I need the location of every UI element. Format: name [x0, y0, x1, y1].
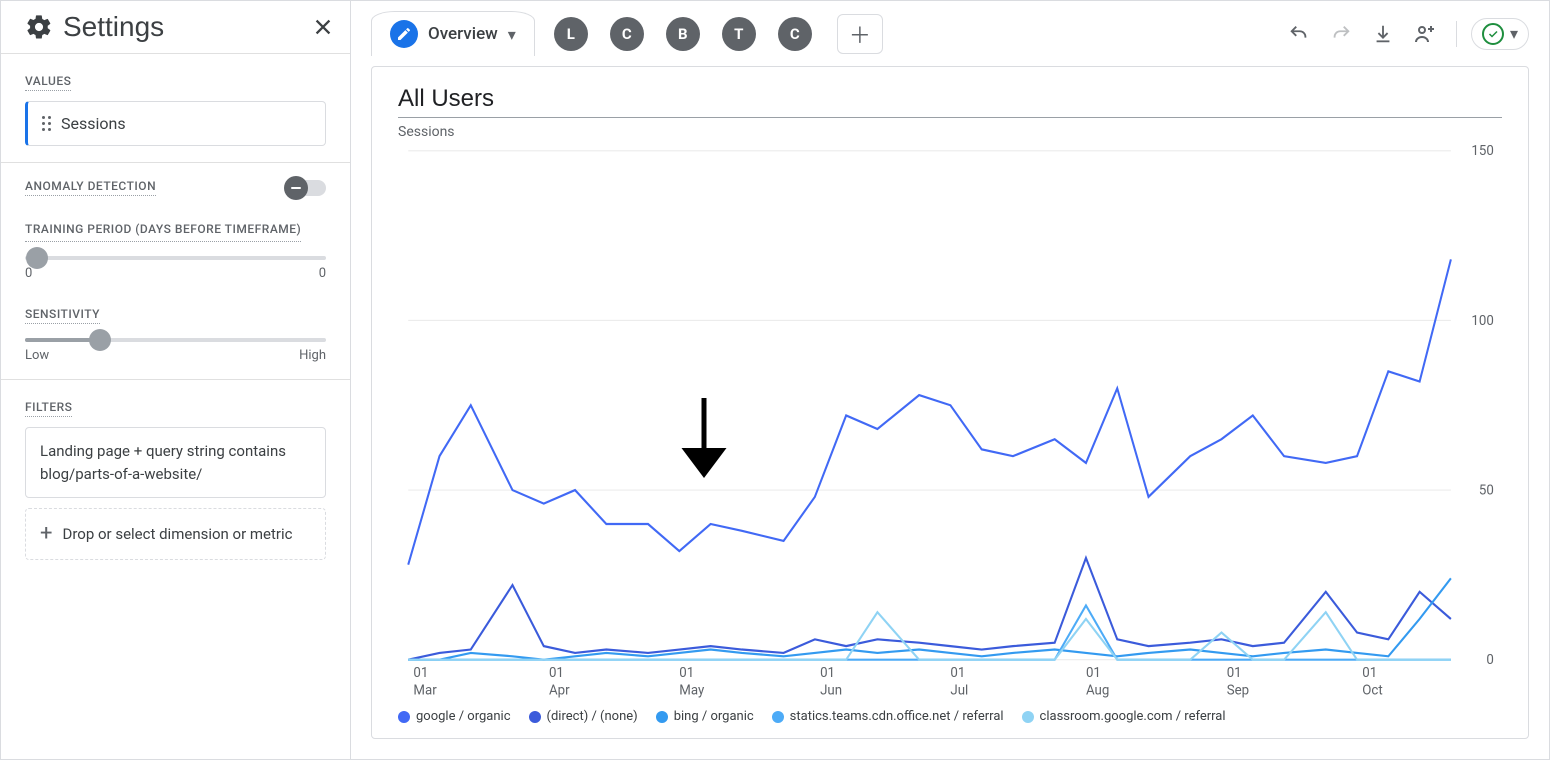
legend-label: bing / organic	[674, 709, 754, 724]
mini-tab-badge: C	[610, 17, 644, 51]
legend-swatch	[1022, 711, 1034, 723]
mini-tab-badge: T	[722, 17, 756, 51]
drop-text: Drop or select dimension or metric	[62, 525, 292, 543]
svg-text:Jun: Jun	[820, 682, 842, 698]
value-chip-label: Sessions	[61, 114, 126, 133]
anomaly-toggle[interactable]	[286, 180, 326, 196]
svg-text:Oct: Oct	[1362, 682, 1382, 698]
share-button[interactable]	[1408, 17, 1442, 51]
svg-text:01: 01	[820, 665, 835, 681]
plus-icon: ＋	[849, 18, 871, 50]
svg-text:0: 0	[1486, 652, 1493, 668]
svg-text:01: 01	[413, 665, 428, 681]
anomaly-label: ANOMALY DETECTION	[25, 179, 156, 196]
legend-item[interactable]: statics.teams.cdn.office.net / referral	[772, 709, 1004, 724]
legend-swatch	[529, 711, 541, 723]
add-filter-dropzone[interactable]: + Drop or select dimension or metric	[25, 508, 326, 560]
mini-tab-c[interactable]: C	[599, 12, 655, 55]
settings-panel: Settings VALUES Sessions ANOMALY DETECTI…	[1, 1, 351, 759]
redo-button[interactable]	[1324, 17, 1358, 51]
mini-tab-badge: B	[666, 17, 700, 51]
legend-swatch	[772, 711, 784, 723]
svg-text:150: 150	[1471, 143, 1493, 159]
plus-icon: +	[40, 523, 52, 545]
sensitivity-label: SENSITIVITY	[25, 307, 100, 324]
training-max: 0	[319, 266, 326, 281]
pencil-icon	[390, 20, 418, 48]
chart-title: All Users	[398, 85, 1502, 118]
legend-label: statics.teams.cdn.office.net / referral	[790, 709, 1004, 724]
values-section: VALUES Sessions	[1, 54, 350, 163]
legend-swatch	[398, 711, 410, 723]
status-pill[interactable]: ▾	[1471, 18, 1529, 50]
filter-card[interactable]: Landing page + query string contains blo…	[25, 427, 326, 498]
mini-tab-b[interactable]: B	[655, 12, 711, 55]
settings-body: VALUES Sessions ANOMALY DETECTION TRAINI…	[1, 53, 350, 759]
settings-title: Settings	[63, 11, 164, 43]
legend-label: classroom.google.com / referral	[1040, 709, 1226, 724]
chevron-down-icon[interactable]: ▾	[508, 25, 516, 44]
mini-tabs: LCBTC	[543, 12, 823, 55]
svg-text:Aug: Aug	[1086, 682, 1109, 698]
mini-tab-l[interactable]: L	[543, 12, 599, 55]
sensitivity-min: Low	[25, 348, 49, 363]
values-label: VALUES	[25, 74, 71, 91]
check-circle-icon	[1482, 23, 1504, 45]
add-tab-button[interactable]: ＋	[837, 14, 883, 54]
legend-label: (direct) / (none)	[547, 709, 638, 724]
legend-label: google / organic	[416, 709, 511, 724]
svg-text:Sep: Sep	[1227, 682, 1250, 698]
filter-text: Landing page + query string contains blo…	[40, 442, 286, 483]
legend-item[interactable]: (direct) / (none)	[529, 709, 638, 724]
tab-overview[interactable]: Overview ▾	[371, 11, 535, 56]
svg-text:01: 01	[950, 665, 965, 681]
filters-section: FILTERS Landing page + query string cont…	[1, 380, 350, 576]
legend-item[interactable]: bing / organic	[656, 709, 754, 724]
sensitivity-max: High	[299, 348, 326, 363]
legend-item[interactable]: classroom.google.com / referral	[1022, 709, 1226, 724]
mini-tab-t[interactable]: T	[711, 12, 767, 55]
filters-label: FILTERS	[25, 400, 72, 417]
chart-plot[interactable]: 05010015001Mar01Apr01May01Jun01Jul01Aug0…	[398, 140, 1502, 703]
svg-text:Mar: Mar	[413, 682, 437, 698]
chevron-down-icon: ▾	[1510, 24, 1518, 43]
chart-card: All Users Sessions 05010015001Mar01Apr01…	[371, 66, 1529, 739]
svg-text:01: 01	[1086, 665, 1101, 681]
chart-legend: google / organic (direct) / (none) bing / …	[398, 709, 1502, 724]
close-icon[interactable]	[312, 16, 334, 38]
gear-icon	[25, 13, 53, 41]
training-slider[interactable]: 0 0	[25, 256, 326, 281]
drag-handle-icon[interactable]	[42, 116, 51, 131]
download-button[interactable]	[1366, 17, 1400, 51]
svg-text:May: May	[679, 682, 705, 698]
training-min: 0	[25, 266, 32, 281]
svg-text:Apr: Apr	[549, 682, 570, 698]
settings-header: Settings	[1, 1, 350, 53]
svg-text:100: 100	[1471, 312, 1493, 328]
legend-swatch	[656, 711, 668, 723]
svg-text:01: 01	[1362, 665, 1377, 681]
legend-item[interactable]: google / organic	[398, 709, 511, 724]
mini-tab-badge: L	[554, 17, 588, 51]
value-chip-sessions[interactable]: Sessions	[25, 101, 326, 146]
svg-text:Jul: Jul	[950, 682, 968, 698]
svg-text:01: 01	[549, 665, 564, 681]
training-label: TRAINING PERIOD (DAYS BEFORE TIMEFRAME)	[25, 220, 301, 242]
divider	[1456, 21, 1457, 47]
undo-button[interactable]	[1282, 17, 1316, 51]
svg-text:01: 01	[1227, 665, 1242, 681]
mini-tab-badge: C	[778, 17, 812, 51]
tab-overview-label: Overview	[428, 24, 498, 44]
svg-text:50: 50	[1479, 482, 1494, 498]
toolbar: Overview ▾ LCBTC ＋ ▾	[351, 1, 1549, 66]
main-content: Overview ▾ LCBTC ＋ ▾ All Users Sessions …	[351, 1, 1549, 759]
sensitivity-slider[interactable]: Low High	[25, 338, 326, 363]
svg-text:01: 01	[679, 665, 694, 681]
anomaly-section: ANOMALY DETECTION TRAINING PERIOD (DAYS …	[1, 163, 350, 380]
mini-tab-c[interactable]: C	[767, 12, 823, 55]
chart-subtitle: Sessions	[398, 124, 1502, 140]
